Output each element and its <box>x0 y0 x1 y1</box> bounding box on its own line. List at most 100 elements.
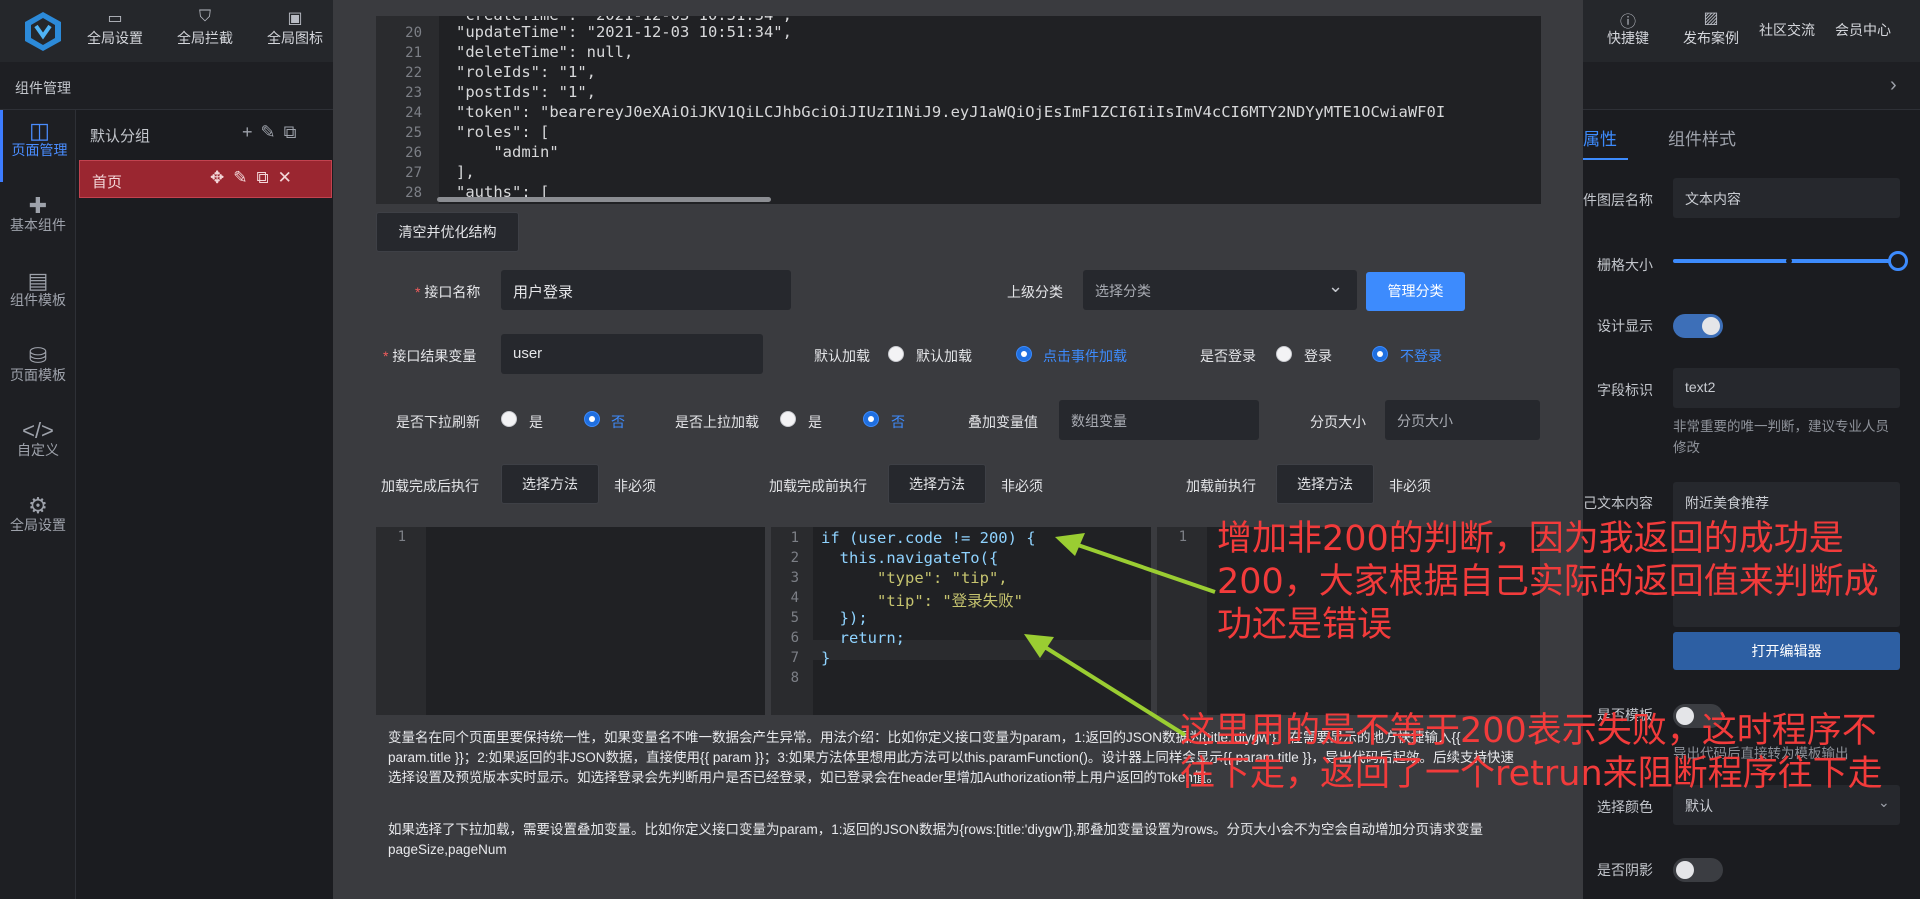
nav-label: 自定义 <box>17 442 59 458</box>
group-title: 默认分组 <box>90 128 151 145</box>
shield-icon: ⛉ <box>198 8 211 25</box>
shortcuts-button[interactable]: ⓘ 快捷键 <box>1600 8 1656 48</box>
api-name-label-text: 接口名称 <box>424 284 481 300</box>
design-show-label: 设计显示 <box>1597 318 1653 334</box>
tab-underline <box>1583 158 1628 160</box>
radio-pull-refresh-no[interactable] <box>584 411 600 427</box>
nav-basic-components[interactable]: ✚ 基本组件 <box>0 185 76 257</box>
nav-page-templates[interactable]: ⛁ 页面模板 <box>0 335 76 407</box>
line-number: 22 <box>405 65 422 81</box>
chevron-down-icon: ⌄ <box>1328 276 1344 296</box>
member-center-link[interactable]: 会员中心 <box>1828 20 1898 40</box>
page-label: 首页 <box>92 174 123 191</box>
radio-click-event-load[interactable] <box>1016 346 1032 362</box>
parent-category-label: 上级分类 <box>1007 284 1063 300</box>
grid-size-slider-handle[interactable] <box>1888 251 1908 271</box>
default-load-opt2: 点击事件加载 <box>1043 348 1127 364</box>
copy-icon[interactable]: ⧉ <box>257 168 278 187</box>
app-logo-icon <box>25 12 61 51</box>
code-line: this.navigateTo({ <box>821 549 999 567</box>
nav-custom[interactable]: </> 自定义 <box>0 410 76 482</box>
global-icons-button[interactable]: ▣ 全局图标 <box>250 8 340 48</box>
copy-icon[interactable]: ⧉ <box>284 122 305 142</box>
before-complete-code-editor[interactable]: 1 if (user.code != 200) {2 this.navigateT… <box>771 527 1151 715</box>
line-number: 21 <box>405 45 422 61</box>
code-line: "admin" <box>456 143 559 161</box>
layer-name-input[interactable]: 文本内容 <box>1673 178 1900 218</box>
chevron-down-icon: ⌄ <box>1878 794 1890 810</box>
before-complete-optional: 非必须 <box>1001 478 1043 494</box>
field-id-input[interactable]: text2 <box>1673 368 1900 408</box>
radio-pull-up-no[interactable] <box>863 411 879 427</box>
nav-page-management[interactable]: ◫ 页面管理 <box>0 110 76 182</box>
radio-pull-up-yes[interactable] <box>780 411 796 427</box>
code-line: "type": "tip", <box>821 569 1008 587</box>
nav-label: 页面模板 <box>10 367 66 383</box>
tab-properties[interactable]: 属性 <box>1583 125 1617 150</box>
publish-case-label: 发布案例 <box>1683 30 1739 46</box>
after-load-code-editor[interactable]: 1 <box>376 527 765 715</box>
result-var-label: * 接口结果变量 <box>383 348 477 364</box>
after-load-optional: 非必须 <box>614 478 656 494</box>
page-size-input[interactable]: 分页大小 <box>1385 400 1540 440</box>
radio-no-login[interactable] <box>1372 346 1388 362</box>
code-line-partial: "createTime": "2021-12-03 10:51:34", <box>456 16 792 24</box>
move-icon[interactable]: ✥ <box>210 168 233 187</box>
stack-var-input[interactable]: 数组变量 <box>1059 400 1259 440</box>
need-login-opt2: 不登录 <box>1400 348 1442 364</box>
community-link[interactable]: 社区交流 <box>1752 20 1822 40</box>
help-icon: ⓘ <box>1619 14 1636 31</box>
parent-category-select[interactable]: 选择分类 <box>1083 270 1357 310</box>
design-show-toggle[interactable] <box>1673 314 1723 338</box>
code-line: } <box>821 649 831 667</box>
line-number: 1 <box>397 529 406 545</box>
before-complete-choose-method[interactable]: 选择方法 <box>888 464 986 504</box>
line-number: 6 <box>790 630 799 646</box>
api-name-label: * 接口名称 <box>415 284 481 300</box>
before-load-optional: 非必须 <box>1389 478 1431 494</box>
global-settings-button[interactable]: ▭ 全局设置 <box>70 8 160 48</box>
icon-library-icon: ▣ <box>287 10 303 27</box>
edit-icon[interactable]: ✎ <box>261 122 284 142</box>
global-icons-label: 全局图标 <box>267 30 323 46</box>
nav-component-templates[interactable]: ▤ 组件模板 <box>0 260 76 332</box>
clear-optimize-button[interactable]: 清空并优化结构 <box>376 212 519 252</box>
radio-login[interactable] <box>1276 346 1292 362</box>
nav-label: 页面管理 <box>11 142 68 158</box>
slider-stop <box>1786 258 1792 264</box>
need-login-opt1: 登录 <box>1304 348 1332 364</box>
response-json-editor[interactable]: 20 "updateTime": "2021-12-03 10:51:34", 21… <box>376 16 1541 204</box>
page-item-home[interactable]: 首页 ✥✎⧉✕ <box>79 160 332 198</box>
publish-case-button[interactable]: ▨ 发布案例 <box>1676 8 1746 48</box>
stack-var-label: 叠加变量值 <box>968 414 1038 430</box>
manage-category-button[interactable]: 管理分类 <box>1366 272 1465 311</box>
close-icon[interactable]: ✕ <box>278 168 301 187</box>
left-navigation: ◫ 页面管理 ✚ 基本组件 ▤ 组件模板 ⛁ 页面模板 </> 自定义 ⚙ 全局… <box>0 110 76 899</box>
default-load-label: 默认加载 <box>814 348 870 364</box>
pull-refresh-yes: 是 <box>529 414 543 430</box>
radio-pull-refresh-yes[interactable] <box>501 411 517 427</box>
horizontal-scrollbar[interactable] <box>437 197 771 202</box>
add-icon[interactable]: + <box>242 122 261 142</box>
after-load-choose-method[interactable]: 选择方法 <box>501 464 599 504</box>
shortcuts-label: 快捷键 <box>1607 30 1649 46</box>
layer-name-label: 件图层名称 <box>1583 192 1653 208</box>
group-actions: +✎⧉ <box>242 122 304 143</box>
line-number: 27 <box>405 165 422 181</box>
before-load-choose-method[interactable]: 选择方法 <box>1276 464 1374 504</box>
toggle-knob <box>1676 861 1694 879</box>
nav-label: 组件模板 <box>10 292 66 308</box>
line-gutter <box>376 527 426 715</box>
shadow-toggle[interactable] <box>1673 858 1723 882</box>
api-name-input[interactable]: 用户登录 <box>501 270 791 310</box>
image-icon: ▨ <box>1703 10 1719 27</box>
tab-component-style[interactable]: 组件样式 <box>1668 125 1736 150</box>
radio-default-load[interactable] <box>888 346 904 362</box>
result-var-input[interactable]: user <box>501 334 763 374</box>
nav-global-settings[interactable]: ⚙ 全局设置 <box>0 485 76 557</box>
choose-color-label: 选择颜色 <box>1597 799 1653 815</box>
chevron-right-icon[interactable]: › <box>1890 74 1897 97</box>
edit-icon[interactable]: ✎ <box>233 168 256 187</box>
global-intercept-button[interactable]: ⛉ 全局拦截 <box>160 8 250 48</box>
line-number: 25 <box>405 125 422 141</box>
